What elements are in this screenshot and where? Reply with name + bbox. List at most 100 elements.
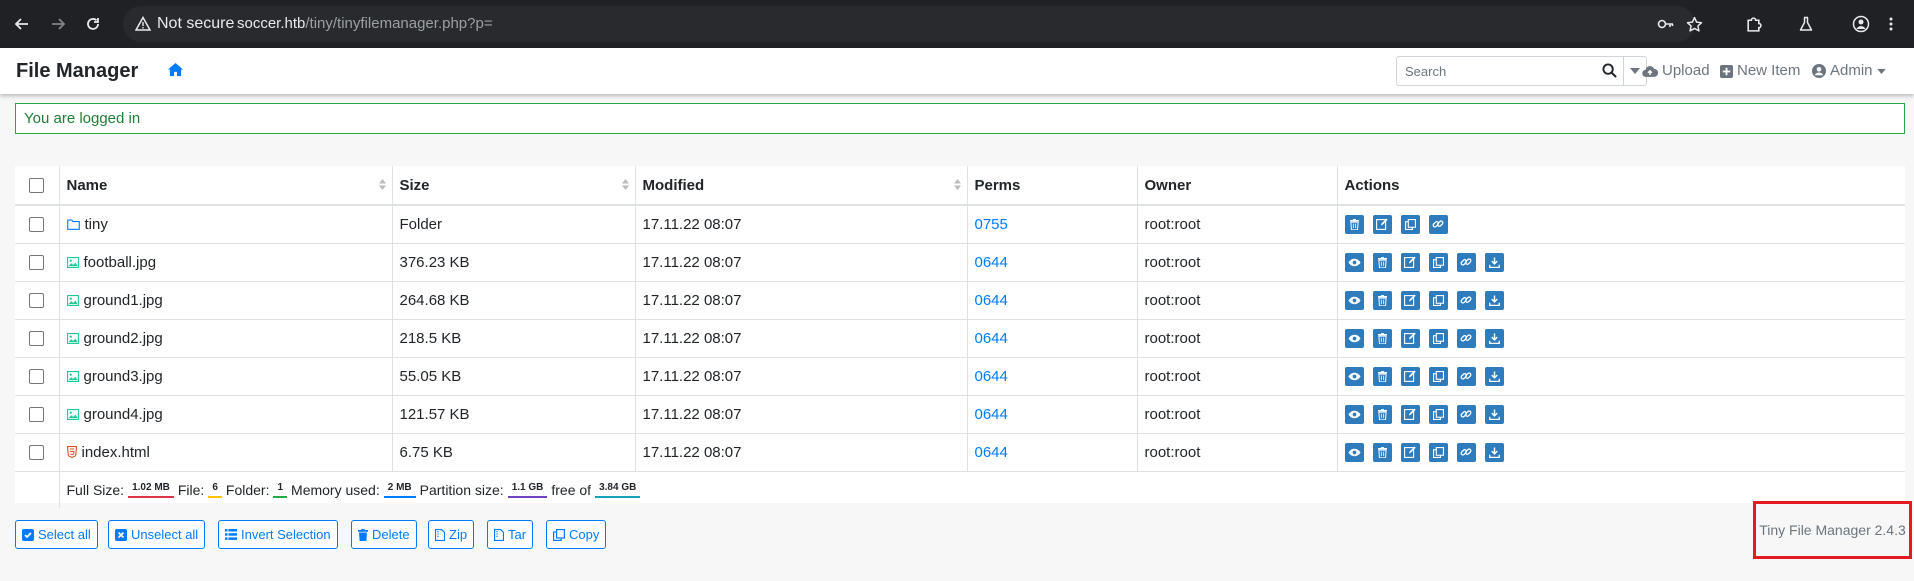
perms-cell: 0755: [967, 205, 1138, 244]
select-all-checkbox[interactable]: [29, 178, 45, 194]
row-checkbox[interactable]: [29, 217, 45, 233]
unselect-all-button[interactable]: Unselect all: [108, 520, 206, 549]
delete-button[interactable]: [1372, 328, 1392, 348]
home-link[interactable]: [167, 62, 184, 77]
delete-button[interactable]: [1372, 366, 1392, 386]
row-checkbox[interactable]: [29, 293, 45, 309]
rename-button[interactable]: [1372, 214, 1392, 234]
download-button[interactable]: [1484, 442, 1504, 462]
edit-icon: [1404, 256, 1416, 268]
copy-button[interactable]: [1428, 442, 1448, 462]
perms-link[interactable]: 0644: [975, 444, 1008, 461]
copy-button[interactable]: [1428, 366, 1448, 386]
download-button[interactable]: [1484, 366, 1504, 386]
file-name-link[interactable]: ground1.jpg: [84, 292, 163, 309]
name-cell: ground2.jpg: [59, 319, 393, 358]
delete-button[interactable]: [1344, 214, 1364, 234]
modified-column-header[interactable]: Modified: [635, 166, 968, 206]
direct-link-button[interactable]: [1428, 214, 1448, 234]
size-column-header[interactable]: Size: [392, 166, 636, 206]
extensions-button[interactable]: [1741, 12, 1765, 36]
invert-selection-button[interactable]: Invert Selection: [218, 520, 338, 549]
rename-button[interactable]: [1400, 404, 1420, 424]
back-button[interactable]: [10, 12, 34, 36]
row-checkbox[interactable]: [29, 369, 45, 385]
zip-button[interactable]: Zip: [428, 520, 475, 549]
perms-link[interactable]: 0644: [975, 368, 1008, 385]
caret-down-icon: [1876, 68, 1886, 74]
view-button[interactable]: [1344, 404, 1364, 424]
perms-link[interactable]: 0644: [975, 292, 1008, 309]
file-name-link[interactable]: football.jpg: [84, 254, 157, 271]
bookmark-button[interactable]: [1682, 12, 1706, 36]
trash-icon: [1377, 256, 1387, 268]
url-text[interactable]: soccer.htb/tiny/tinyfilemanager.php?p=: [237, 15, 493, 33]
select-all-button[interactable]: Select all: [15, 520, 98, 549]
reload-button[interactable]: [81, 12, 105, 36]
row-checkbox[interactable]: [29, 407, 45, 423]
app-brand[interactable]: File Manager: [16, 59, 138, 83]
view-button[interactable]: [1344, 252, 1364, 272]
password-key-button[interactable]: [1654, 12, 1678, 36]
delete-button[interactable]: [1372, 252, 1392, 272]
rename-button[interactable]: [1400, 290, 1420, 310]
new-item-link[interactable]: New Item: [1720, 62, 1800, 80]
row-checkbox[interactable]: [29, 445, 45, 461]
row-checkbox[interactable]: [29, 331, 45, 347]
browser-menu-button[interactable]: [1879, 12, 1903, 36]
download-button[interactable]: [1484, 252, 1504, 272]
file-name-link[interactable]: ground2.jpg: [84, 330, 163, 347]
labs-button[interactable]: [1794, 12, 1818, 36]
file-name-link[interactable]: ground4.jpg: [84, 406, 163, 423]
perms-link[interactable]: 0644: [975, 254, 1008, 271]
file-name-link[interactable]: tiny: [85, 216, 108, 233]
perms-link[interactable]: 0755: [975, 216, 1008, 233]
forward-button[interactable]: [46, 12, 70, 36]
download-button[interactable]: [1484, 404, 1504, 424]
copy-button[interactable]: [1400, 214, 1420, 234]
address-bar[interactable]: Not secure soccer.htb/tiny/tinyfilemanag…: [123, 6, 1702, 42]
site-info-chip[interactable]: Not secure: [135, 15, 234, 33]
admin-dropdown[interactable]: Admin: [1812, 62, 1886, 80]
view-button[interactable]: [1344, 442, 1364, 462]
download-button[interactable]: [1484, 290, 1504, 310]
row-checkbox[interactable]: [29, 255, 45, 271]
trash-icon: [1349, 218, 1359, 230]
copy-button[interactable]: [1428, 404, 1448, 424]
rename-button[interactable]: [1400, 442, 1420, 462]
direct-link-button[interactable]: [1456, 442, 1476, 462]
perms-link[interactable]: 0644: [975, 330, 1008, 347]
view-button[interactable]: [1344, 328, 1364, 348]
delete-button[interactable]: [1372, 290, 1392, 310]
delete-button[interactable]: Delete: [351, 520, 417, 549]
copy-button[interactable]: [1428, 290, 1448, 310]
image-icon: [66, 370, 79, 382]
delete-button[interactable]: [1372, 404, 1392, 424]
delete-button[interactable]: [1372, 442, 1392, 462]
direct-link-button[interactable]: [1456, 366, 1476, 386]
copy-button[interactable]: [1428, 328, 1448, 348]
rename-button[interactable]: [1400, 366, 1420, 386]
rename-button[interactable]: [1400, 252, 1420, 272]
profile-button[interactable]: [1849, 12, 1873, 36]
view-button[interactable]: [1344, 290, 1364, 310]
copy-button[interactable]: Copy: [546, 520, 607, 549]
search-button[interactable]: [1602, 63, 1617, 78]
view-button[interactable]: [1344, 366, 1364, 386]
tar-button[interactable]: Tar: [487, 520, 534, 549]
perms-link[interactable]: 0644: [975, 406, 1008, 423]
version-label-highlight: Tiny File Manager 2.4.3: [1753, 501, 1912, 559]
copy-button[interactable]: [1428, 252, 1448, 272]
direct-link-button[interactable]: [1456, 404, 1476, 424]
direct-link-button[interactable]: [1456, 290, 1476, 310]
direct-link-button[interactable]: [1456, 328, 1476, 348]
search-input[interactable]: [1405, 58, 1580, 84]
file-name-link[interactable]: index.html: [82, 444, 150, 461]
name-column-header[interactable]: Name: [59, 166, 393, 206]
file-name-link[interactable]: ground3.jpg: [84, 368, 163, 385]
direct-link-button[interactable]: [1456, 252, 1476, 272]
rename-button[interactable]: [1400, 328, 1420, 348]
download-button[interactable]: [1484, 328, 1504, 348]
upload-link[interactable]: Upload: [1642, 62, 1710, 80]
size-cell: 218.5 KB: [392, 319, 636, 358]
